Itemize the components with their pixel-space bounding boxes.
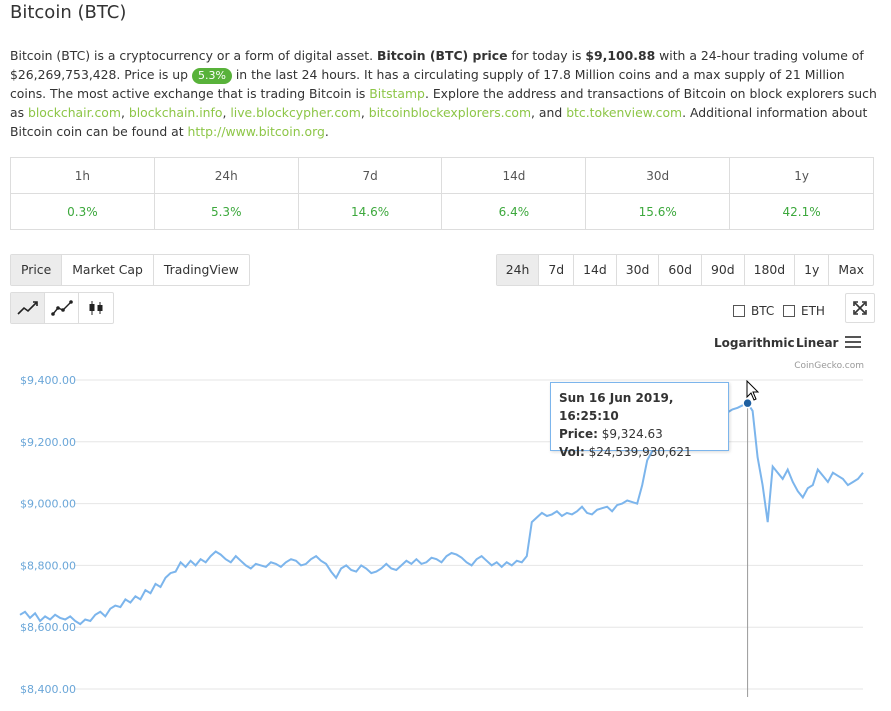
tooltip-price-label: Price: bbox=[559, 427, 598, 441]
y-tick-label: $8,800.00 bbox=[20, 559, 76, 572]
chart-tooltip: Sun 16 Jun 2019, 16:25:10 Price: $9,324.… bbox=[550, 382, 729, 459]
desc-price-label: Bitcoin (BTC) price bbox=[377, 48, 508, 63]
y-tick-label: $8,400.00 bbox=[20, 683, 76, 696]
tab-price[interactable]: Price bbox=[11, 255, 63, 285]
hamburger-icon bbox=[845, 341, 861, 343]
desc-text: for today is bbox=[507, 48, 586, 63]
coin-description: Bitcoin (BTC) is a cryptocurrency or a f… bbox=[10, 46, 880, 141]
period-header: 1h bbox=[10, 157, 155, 194]
btc-checkbox[interactable] bbox=[733, 305, 745, 317]
tab-market-cap[interactable]: Market Cap bbox=[62, 255, 154, 285]
compare-btc-label: BTC bbox=[751, 304, 775, 318]
current-price: $9,100.88 bbox=[585, 48, 656, 63]
performance-table: 1h 24h 7d 14d 30d 1y 0.3% 5.3% 14.6% 6.4… bbox=[10, 157, 874, 230]
line-chart-icon bbox=[16, 301, 38, 315]
period-change: 5.3% bbox=[153, 193, 299, 230]
line-chart-button[interactable] bbox=[11, 293, 45, 323]
period-change: 0.3% bbox=[10, 193, 155, 230]
expand-icon bbox=[853, 301, 867, 315]
desc-text: , bbox=[360, 105, 369, 120]
period-change: 42.1% bbox=[729, 193, 874, 230]
explorer-link-bitcoinblockexplorers[interactable]: bitcoinblockexplorers.com bbox=[369, 105, 531, 120]
explorer-link-blockchair[interactable]: blockchair.com bbox=[28, 105, 121, 120]
range-1y[interactable]: 1y bbox=[795, 255, 830, 285]
range-30d[interactable]: 30d bbox=[617, 255, 660, 285]
explorer-link-blockchain[interactable]: blockchain.info bbox=[129, 105, 223, 120]
mouse-pointer-icon bbox=[746, 380, 760, 401]
chart-credit: CoinGecko.com bbox=[794, 361, 864, 371]
logarithmic-scale-button[interactable]: Logarithmic bbox=[714, 336, 795, 350]
y-tick-label: $9,000.00 bbox=[20, 498, 76, 511]
line-points-icon bbox=[50, 300, 73, 316]
period-header: 1y bbox=[729, 157, 874, 194]
tooltip-date: Sun 16 Jun 2019, 16:25:10 bbox=[559, 391, 674, 423]
compare-btc[interactable]: BTC bbox=[733, 304, 774, 318]
tooltip-volume: $24,539,930,621 bbox=[588, 445, 692, 459]
range-14d[interactable]: 14d bbox=[574, 255, 617, 285]
explorer-link-blockcypher[interactable]: live.blockcypher.com bbox=[230, 105, 361, 120]
eth-checkbox[interactable] bbox=[783, 305, 795, 317]
tooltip-price: $9,324.63 bbox=[601, 427, 663, 441]
range-24h[interactable]: 24h bbox=[496, 255, 540, 285]
hamburger-icon bbox=[845, 346, 861, 348]
compare-eth-label: ETH bbox=[801, 304, 825, 318]
chart-tabs: Price Market Cap TradingView bbox=[10, 254, 250, 286]
y-tick-label: $9,200.00 bbox=[20, 436, 76, 449]
desc-text: , bbox=[120, 105, 129, 120]
candlestick-button[interactable] bbox=[79, 293, 113, 323]
desc-text: Bitcoin (BTC) is a cryptocurrency or a f… bbox=[10, 48, 378, 63]
hamburger-icon bbox=[845, 336, 861, 338]
change-badge: 5.3% bbox=[191, 68, 232, 84]
period-change: 6.4% bbox=[441, 193, 587, 230]
fullscreen-button[interactable] bbox=[845, 293, 875, 323]
range-180d[interactable]: 180d bbox=[745, 255, 796, 285]
y-tick-label: $9,400.00 bbox=[20, 374, 76, 387]
range-7d[interactable]: 7d bbox=[539, 255, 575, 285]
tab-tradingview[interactable]: TradingView bbox=[154, 255, 249, 285]
y-tick-label: $8,600.00 bbox=[20, 621, 76, 634]
linear-scale-button[interactable]: Linear bbox=[796, 336, 838, 350]
range-60d[interactable]: 60d bbox=[659, 255, 702, 285]
exchange-link[interactable]: Bitstamp bbox=[369, 86, 425, 101]
page-title: Bitcoin (BTC) bbox=[10, 2, 127, 23]
price-line bbox=[19, 401, 864, 626]
range-90d[interactable]: 90d bbox=[702, 255, 745, 285]
range-selector: 24h 7d 14d 30d 60d 90d 180d 1y Max bbox=[495, 254, 874, 286]
website-link[interactable]: http://www.bitcoin.org bbox=[188, 124, 325, 139]
period-header: 7d bbox=[297, 157, 443, 194]
candlestick-icon bbox=[89, 301, 103, 315]
tooltip-vol-label: Vol: bbox=[559, 445, 585, 459]
period-change: 15.6% bbox=[585, 193, 731, 230]
chart-menu-button[interactable] bbox=[845, 336, 861, 350]
compare-eth[interactable]: ETH bbox=[783, 304, 825, 318]
period-change: 14.6% bbox=[297, 193, 443, 230]
period-header: 24h bbox=[153, 157, 299, 194]
price-chart[interactable]: $9,400.00 $9,200.00 $9,000.00 $8,800.00 $8,6… bbox=[0, 372, 891, 711]
desc-text: , and bbox=[531, 105, 567, 120]
line-points-button[interactable] bbox=[45, 293, 79, 323]
desc-text: . bbox=[324, 124, 329, 139]
period-header: 14d bbox=[441, 157, 587, 194]
range-max[interactable]: Max bbox=[829, 255, 873, 285]
period-header: 30d bbox=[585, 157, 731, 194]
explorer-link-tokenview[interactable]: btc.tokenview.com bbox=[566, 105, 682, 120]
chart-type-selector bbox=[10, 292, 114, 324]
